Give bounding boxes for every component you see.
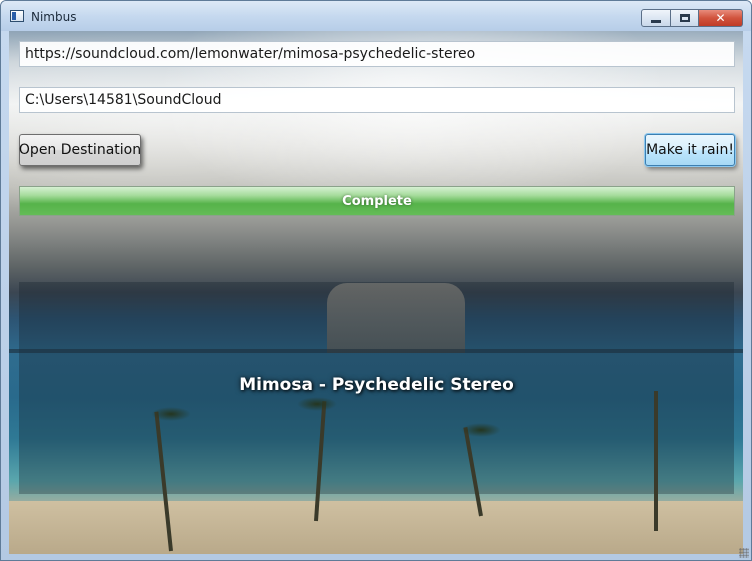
url-input[interactable]: https://soundcloud.com/lemonwater/mimosa…	[19, 41, 735, 67]
window-title: Nimbus	[31, 10, 77, 24]
close-icon: ✕	[715, 11, 726, 25]
open-destination-button[interactable]: Open Destination	[19, 134, 141, 166]
minimize-icon	[651, 19, 661, 23]
background-palm-leaves	[151, 407, 191, 421]
app-window: Nimbus ✕ https://soundcloud.com/lemonwat…	[0, 0, 752, 561]
background-palm-leaves	[461, 423, 501, 437]
close-button[interactable]: ✕	[699, 9, 743, 27]
background-palm-leaves	[297, 397, 337, 411]
destination-input[interactable]: C:\Users\14581\SoundCloud	[19, 87, 735, 113]
background-mushroom-cloud	[327, 283, 465, 353]
title-bar[interactable]: Nimbus ✕	[1, 1, 751, 31]
maximize-button[interactable]	[671, 9, 699, 27]
download-progress-bar: Complete	[19, 186, 735, 216]
background-pole	[654, 391, 658, 531]
background-beach	[9, 501, 743, 554]
minimize-button[interactable]	[641, 9, 671, 27]
window-controls: ✕	[641, 9, 743, 27]
background-horizon	[9, 349, 743, 353]
track-title: Mimosa - Psychedelic Stereo	[239, 375, 514, 395]
client-area: https://soundcloud.com/lemonwater/mimosa…	[9, 31, 743, 554]
resize-grip[interactable]	[739, 548, 749, 558]
progress-label: Complete	[342, 193, 412, 209]
make-it-rain-button[interactable]: Make it rain!	[645, 134, 735, 166]
maximize-icon	[679, 14, 690, 22]
app-window-icon	[10, 10, 24, 22]
